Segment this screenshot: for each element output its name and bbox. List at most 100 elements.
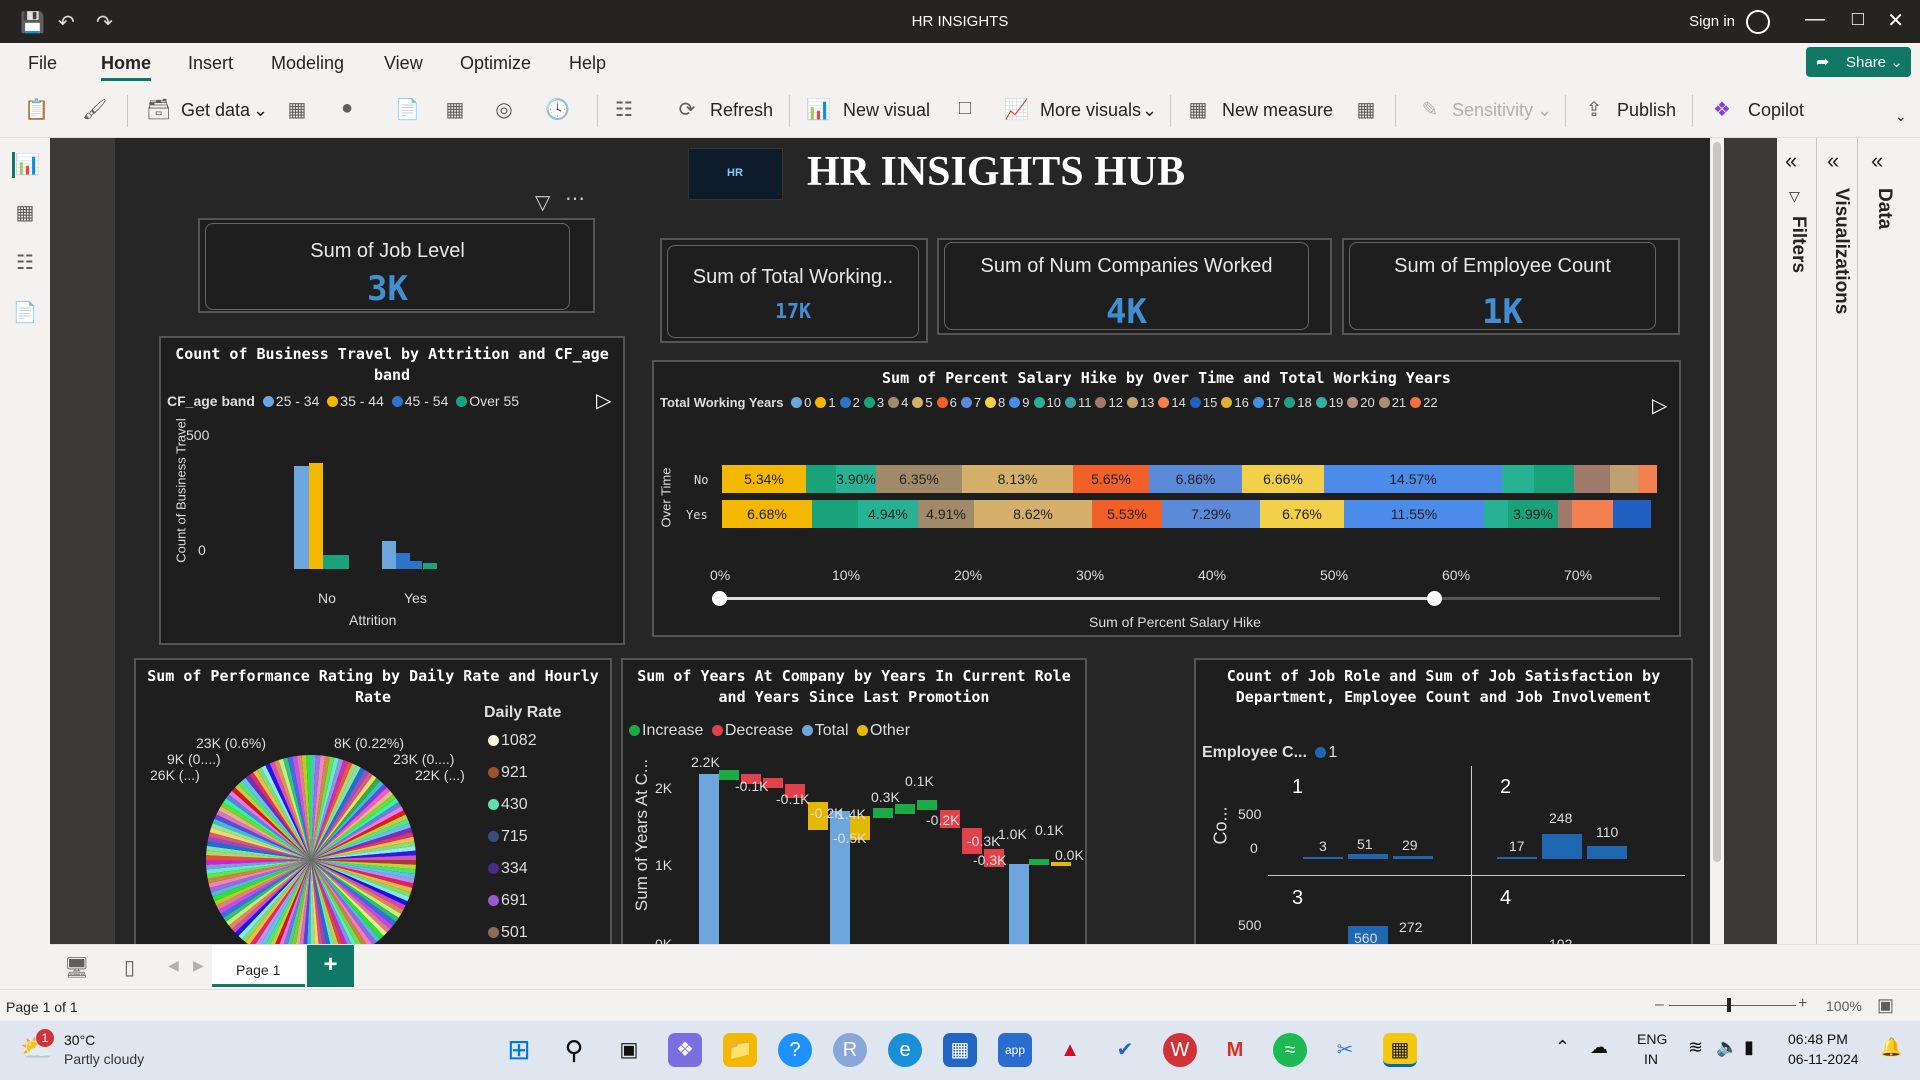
new-visual-icon[interactable]: 📊: [806, 97, 831, 121]
file-explorer-icon[interactable]: 📁: [723, 1033, 757, 1067]
model-view-icon[interactable]: ☷: [12, 250, 38, 276]
zoom-out-icon[interactable]: –: [1655, 996, 1664, 1014]
bar-segment[interactable]: 6.35%: [876, 465, 962, 493]
bar-segment[interactable]: 8.62%: [974, 500, 1092, 528]
zoom-slider-handle[interactable]: [1727, 998, 1731, 1012]
new-visual-button[interactable]: New visual: [843, 100, 930, 121]
dataverse-icon[interactable]: ◎: [492, 97, 516, 121]
stacked-bar-no[interactable]: 5.34% 3.90% 6.35% 8.13% 5.65% 6.86% 6.66% 14.57…: [722, 465, 1657, 493]
calculator-icon[interactable]: ▦: [1186, 97, 1210, 121]
waterfall-bar[interactable]: [873, 808, 893, 818]
dax-query-icon[interactable]: 📄: [12, 300, 38, 326]
bar-segment[interactable]: 5.34%: [722, 465, 806, 493]
mobile-layout-icon[interactable]: ▯: [124, 955, 135, 980]
battery-icon[interactable]: ▮: [1744, 1037, 1754, 1058]
r-app-icon[interactable]: R: [833, 1033, 867, 1067]
text-box-icon[interactable]: □: [953, 97, 977, 121]
bar-segment[interactable]: 4.91%: [918, 500, 974, 528]
bar-segment[interactable]: 8.13%: [962, 465, 1073, 493]
more-options-icon[interactable]: ⋯: [565, 186, 585, 211]
get-data-chevron-icon[interactable]: ⌄: [253, 100, 268, 121]
bar-segment[interactable]: 6.76%: [1260, 500, 1344, 528]
bar[interactable]: [1393, 856, 1433, 859]
bar-yes-45-54[interactable]: [410, 561, 422, 569]
legend-next-icon[interactable]: ▷: [596, 388, 611, 413]
language-indicator[interactable]: ENG: [1637, 1031, 1667, 1047]
copilot-button[interactable]: Copilot: [1748, 100, 1804, 121]
table-view-icon[interactable]: ▦: [12, 200, 38, 226]
bar-segment[interactable]: 5.53%: [1092, 500, 1162, 528]
job-role-chart[interactable]: Count of Job Role and Sum of Job Satisfa…: [1194, 658, 1693, 944]
more-visuals-icon[interactable]: 📈: [1004, 97, 1029, 121]
format-painter-icon[interactable]: 🖌: [82, 97, 107, 121]
waterfall-bar[interactable]: [1029, 859, 1049, 865]
menu-file[interactable]: File: [28, 53, 57, 74]
bar-segment[interactable]: [1572, 500, 1613, 528]
bar[interactable]: [1497, 857, 1537, 859]
network-icon[interactable]: ☁: [1590, 1037, 1608, 1058]
onelake-icon[interactable]: ●: [335, 97, 359, 121]
legend-next-icon[interactable]: ▷: [1652, 393, 1667, 418]
share-button[interactable]: ➦ Share ⌄: [1806, 47, 1911, 77]
bar-yes-over55[interactable]: [423, 563, 437, 569]
clock-date[interactable]: 06-11-2024: [1788, 1051, 1859, 1067]
desktop-layout-icon[interactable]: 🖥: [64, 955, 89, 980]
bar-yes-35-44[interactable]: [396, 553, 410, 569]
close-icon[interactable]: ✕: [1887, 8, 1904, 33]
bar-segment[interactable]: 4.94%: [858, 500, 918, 528]
bar-no-45-54[interactable]: [323, 555, 335, 569]
menu-insert[interactable]: Insert: [188, 53, 233, 74]
menu-modeling[interactable]: Modeling: [271, 53, 344, 74]
gmail-icon[interactable]: M: [1218, 1033, 1252, 1067]
powerbi-taskbar-icon[interactable]: ▦: [1383, 1033, 1417, 1067]
data-collapse-icon[interactable]: «: [1871, 148, 1883, 174]
fit-page-icon[interactable]: ▣: [1877, 995, 1894, 1016]
quick-measure-icon[interactable]: ▦: [1354, 97, 1378, 121]
refresh-icon[interactable]: ⟳: [675, 97, 699, 121]
bar[interactable]: [1542, 834, 1582, 859]
bar-segment[interactable]: 6.68%: [722, 500, 812, 528]
menu-optimize[interactable]: Optimize: [460, 53, 531, 74]
sql-icon[interactable]: 📄: [395, 97, 420, 121]
more-visuals-chevron-icon[interactable]: ⌄: [1142, 100, 1157, 121]
filters-collapse-icon[interactable]: «: [1785, 148, 1797, 174]
bar-segment[interactable]: 6.86%: [1149, 465, 1242, 493]
bar[interactable]: [1587, 846, 1627, 859]
bar-no-35-44[interactable]: [309, 463, 323, 569]
wps-icon[interactable]: W: [1163, 1033, 1197, 1067]
canvas-scrollbar[interactable]: [1710, 138, 1724, 944]
card-total-working[interactable]: Sum of Total Working.. 17K: [660, 238, 928, 343]
paste-icon[interactable]: 📋: [24, 97, 49, 121]
report-view-icon[interactable]: 📊: [12, 152, 40, 178]
card-employee-count[interactable]: Sum of Employee Count 1K: [1342, 238, 1680, 335]
store-icon[interactable]: ▦: [943, 1033, 977, 1067]
sign-in-link[interactable]: Sign in: [1689, 13, 1735, 30]
business-travel-chart[interactable]: Count of Business Travel by Attrition an…: [159, 336, 625, 645]
bar-segment[interactable]: 6.66%: [1242, 465, 1324, 493]
performance-rating-chart[interactable]: Sum of Performance Rating by Daily Rate …: [134, 658, 612, 944]
help-app-icon[interactable]: ?: [778, 1033, 812, 1067]
mcafee-icon[interactable]: ▲: [1053, 1033, 1087, 1067]
range-slider-start-handle[interactable]: [712, 591, 727, 606]
new-measure-button[interactable]: New measure: [1222, 100, 1333, 121]
clock-time[interactable]: 06:48 PM: [1788, 1031, 1848, 1047]
edge-icon[interactable]: e: [888, 1033, 922, 1067]
refresh-button[interactable]: Refresh: [710, 100, 773, 121]
scrollbar-thumb[interactable]: [1713, 142, 1721, 862]
next-page-icon[interactable]: ▶: [193, 957, 204, 974]
copilot-taskbar-icon[interactable]: ❖: [668, 1033, 702, 1067]
notification-bell-icon[interactable]: 🔔: [1880, 1037, 1902, 1058]
filters-pane-tab[interactable]: Filters: [1787, 216, 1809, 273]
bar-no-over55[interactable]: [335, 555, 349, 569]
card-num-companies[interactable]: Sum of Num Companies Worked 4K: [937, 238, 1332, 335]
avatar-icon[interactable]: [1746, 10, 1770, 34]
zoom-in-icon[interactable]: +: [1798, 995, 1807, 1013]
filter-icon[interactable]: ▽: [535, 190, 550, 215]
ribbon-collapse-icon[interactable]: ⌄: [1895, 108, 1907, 125]
enter-data-icon[interactable]: ▦: [443, 97, 467, 121]
bar-segment[interactable]: 7.29%: [1162, 500, 1260, 528]
waterfall-bar[interactable]: [895, 804, 915, 814]
bar-segment[interactable]: [1610, 465, 1638, 493]
waterfall-bar[interactable]: [917, 800, 937, 810]
waterfall-bar[interactable]: [699, 774, 719, 944]
